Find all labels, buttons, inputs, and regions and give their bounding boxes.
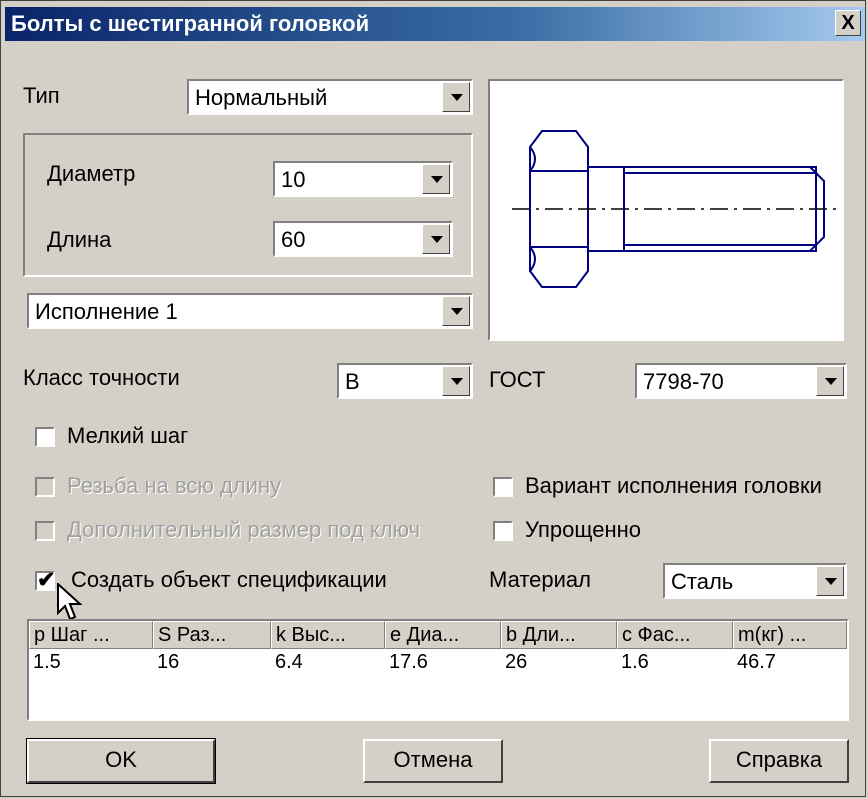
diameter-select[interactable]: 10 — [273, 161, 453, 197]
gost-label: ГОСТ — [489, 367, 546, 392]
chevron-down-icon[interactable] — [422, 224, 450, 254]
gost-select[interactable]: 7798-70 — [635, 363, 847, 399]
table-cell: 26 — [505, 651, 528, 673]
head-variant-label: Вариант исполнения головки — [525, 473, 822, 498]
chevron-down-icon[interactable] — [442, 366, 470, 396]
accuracy-value: B — [345, 369, 360, 394]
close-button[interactable]: X — [835, 10, 861, 36]
chevron-down-icon[interactable] — [816, 566, 844, 596]
extra-key-size-label: Дополнительный размер под ключ — [67, 517, 421, 542]
table-header[interactable]: e Диа... — [385, 621, 501, 649]
table-cell: 1.5 — [33, 651, 61, 673]
material-label: Материал — [489, 567, 591, 592]
check-icon: ✔ — [37, 567, 56, 592]
bolt-dialog: Болты с шестигранной головкой X Тип Норм… — [0, 0, 866, 797]
arrow-cursor-icon — [57, 583, 83, 621]
table-header[interactable]: b Дли... — [501, 621, 617, 649]
length-select[interactable]: 60 — [273, 221, 453, 257]
execution-value: Исполнение 1 — [35, 299, 178, 324]
length-label: Длина — [47, 227, 112, 252]
table-header[interactable]: k Выс... — [271, 621, 385, 649]
material-value: Сталь — [671, 569, 734, 594]
ok-button[interactable]: OK — [26, 738, 216, 784]
type-label: Тип — [23, 83, 60, 108]
material-select[interactable]: Сталь — [663, 563, 847, 599]
chevron-down-icon[interactable] — [422, 164, 450, 194]
accuracy-select[interactable]: B — [337, 363, 473, 399]
diameter-label: Диаметр — [47, 161, 136, 186]
chevron-down-icon[interactable] — [442, 296, 470, 326]
fine-pitch-label: Мелкий шаг — [67, 423, 189, 448]
chevron-down-icon[interactable] — [816, 366, 844, 396]
fine-pitch-checkbox[interactable] — [35, 427, 55, 447]
head-variant-checkbox[interactable] — [493, 477, 513, 497]
table-header[interactable]: m(кг) ... — [733, 621, 847, 649]
cancel-button[interactable]: Отмена — [363, 739, 503, 783]
type-select[interactable]: Нормальный — [187, 79, 473, 115]
window-title: Болты с шестигранной головкой — [11, 11, 370, 36]
simplified-label: Упрощенно — [525, 517, 641, 542]
gost-value: 7798-70 — [643, 369, 724, 394]
table-cell: 17.6 — [389, 651, 428, 673]
extra-key-size-checkbox — [35, 521, 55, 541]
execution-select[interactable]: Исполнение 1 — [27, 293, 473, 329]
table-header[interactable]: S Раз... — [153, 621, 271, 649]
help-button[interactable]: Справка — [709, 739, 849, 783]
bolt-drawing — [512, 130, 840, 288]
table-cell: 6.4 — [275, 651, 303, 673]
chevron-down-icon[interactable] — [442, 82, 470, 112]
full-thread-label: Резьба на всю длину — [67, 473, 282, 498]
table-cell: 16 — [157, 651, 180, 673]
simplified-checkbox[interactable] — [493, 521, 513, 541]
table-cell: 1.6 — [621, 651, 649, 673]
create-spec-checkbox[interactable]: ✔ — [35, 567, 55, 592]
title-bar[interactable]: Болты с шестигранной головкой X — [5, 7, 865, 41]
table-header[interactable]: p Шаг ... — [29, 621, 153, 649]
table-cell: 46.7 — [737, 651, 776, 673]
diameter-value: 10 — [281, 167, 306, 192]
parameters-table[interactable]: p Шаг ... S Раз... k Выс... e Диа... b Д… — [27, 619, 849, 721]
table-header[interactable]: c Фас... — [617, 621, 733, 649]
create-spec-label: Создать объект спецификации — [71, 567, 387, 592]
full-thread-checkbox — [35, 477, 55, 497]
bolt-preview — [488, 79, 844, 341]
accuracy-label: Класс точности — [23, 365, 180, 390]
type-value: Нормальный — [195, 85, 328, 110]
length-value: 60 — [281, 227, 306, 252]
